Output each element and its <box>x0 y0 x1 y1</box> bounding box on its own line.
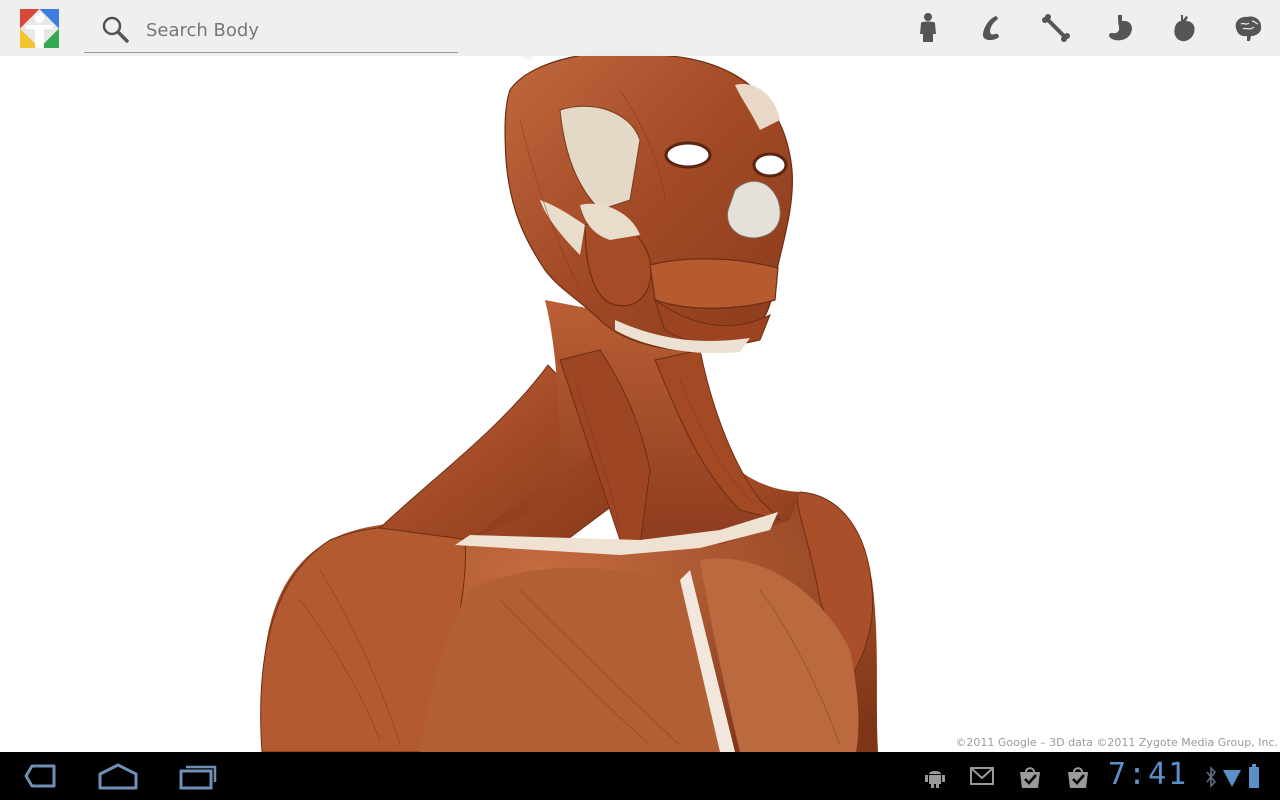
market-update-icon[interactable] <box>1066 766 1090 792</box>
wifi-icon <box>1222 768 1242 792</box>
home-icon[interactable] <box>96 762 140 790</box>
system-bar: 7:41 <box>0 752 1280 800</box>
stomach-icon[interactable] <box>1104 12 1136 44</box>
anatomy-3d-viewport[interactable]: ©2011 Google – 3D data ©2011 Zygote Medi… <box>0 0 1280 752</box>
back-icon[interactable] <box>18 762 58 790</box>
android-debug-icon[interactable] <box>924 766 946 792</box>
brain-icon[interactable] <box>1232 12 1264 44</box>
bone-icon[interactable] <box>1040 12 1072 44</box>
market-update-icon[interactable] <box>1018 766 1042 792</box>
search-box[interactable] <box>84 8 458 53</box>
search-icon <box>102 16 129 43</box>
app-action-bar <box>0 0 1280 56</box>
figure-icon[interactable] <box>912 12 944 44</box>
battery-icon <box>1248 764 1260 792</box>
recent-apps-icon[interactable] <box>178 762 218 790</box>
clock[interactable]: 7:41 <box>1108 757 1188 792</box>
muscle-icon[interactable] <box>976 12 1008 44</box>
search-input[interactable] <box>144 16 448 44</box>
muscle-model-render[interactable] <box>0 0 1280 752</box>
copyright-notice: ©2011 Google – 3D data ©2011 Zygote Medi… <box>955 736 1278 749</box>
bluetooth-icon <box>1205 766 1217 792</box>
google-body-logo-icon[interactable] <box>20 9 59 48</box>
heart-icon[interactable] <box>1168 12 1200 44</box>
gmail-icon[interactable] <box>970 766 994 790</box>
